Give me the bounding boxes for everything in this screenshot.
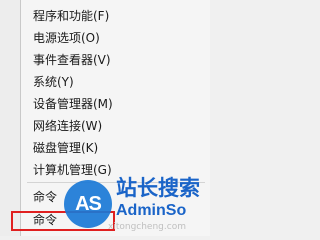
menu-item-programs-features[interactable]: 程序和功能(F) xyxy=(33,5,109,27)
screen: 程序和功能(F) 电源选项(O) 事件查看器(V) 系统(Y) 设备管理器(M)… xyxy=(0,0,210,236)
context-menu: 程序和功能(F) 电源选项(O) 事件查看器(V) 系统(Y) 设备管理器(M)… xyxy=(20,0,210,236)
menu-item-event-viewer[interactable]: 事件查看器(V) xyxy=(33,49,111,71)
menu-item-network-connections[interactable]: 网络连接(W) xyxy=(33,115,102,137)
menu-item-power-options[interactable]: 电源选项(O) xyxy=(33,27,100,49)
menu-item-command-prompt[interactable]: 命令 xyxy=(33,186,57,208)
menu-item-system[interactable]: 系统(Y) xyxy=(33,71,74,93)
watermark-logo-text: AS xyxy=(75,193,102,215)
menu-item-computer-management[interactable]: 计算机管理(G) xyxy=(33,159,112,181)
watermark-cn-text: 站长搜索 xyxy=(116,176,200,200)
watermark-en-text: AdminSo xyxy=(116,202,187,219)
menu-item-device-manager[interactable]: 设备管理器(M) xyxy=(33,93,113,115)
menu-item-disk-management[interactable]: 磁盘管理(K) xyxy=(33,137,98,159)
watermark-url-text: xitongcheng.com xyxy=(108,222,186,232)
